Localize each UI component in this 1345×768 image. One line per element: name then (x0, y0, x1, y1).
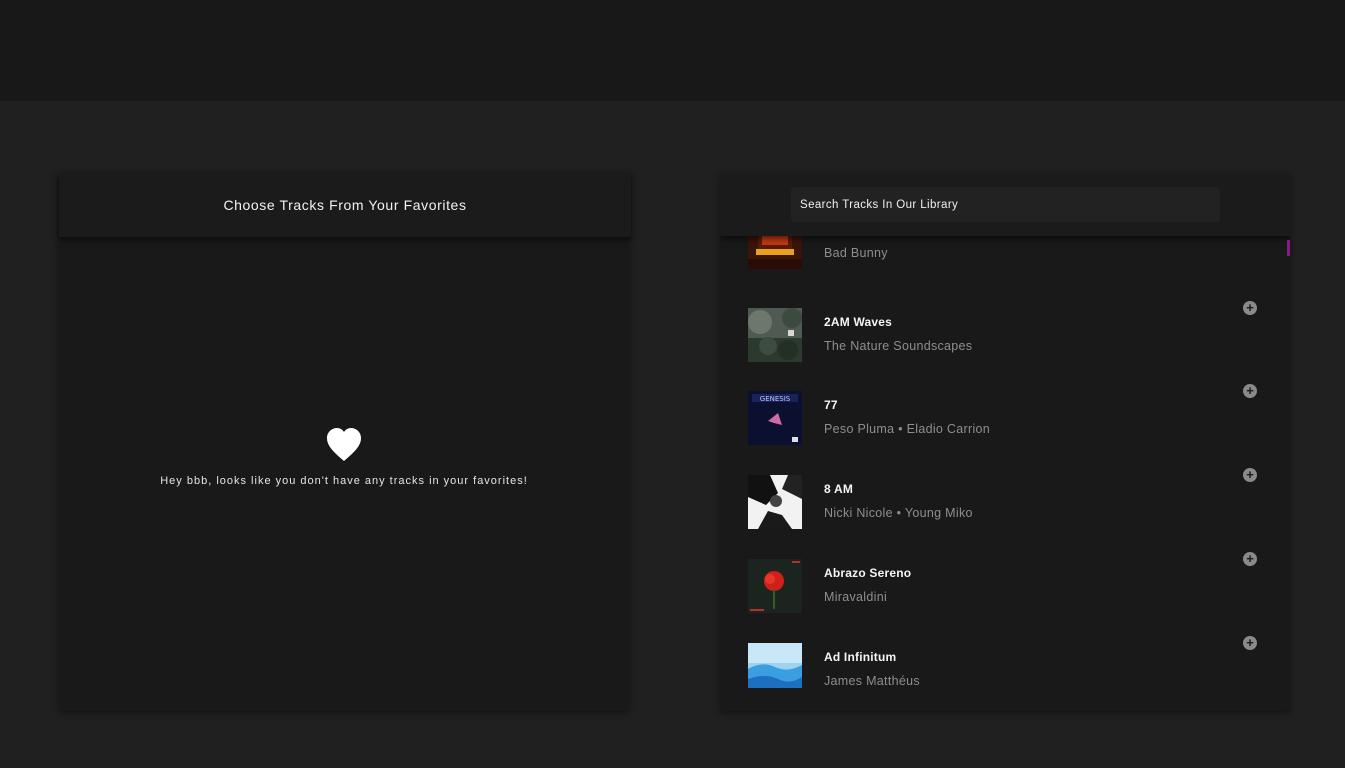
track-item[interactable]: 120 Bad Bunny (720, 236, 1290, 299)
svg-text:GENESIS: GENESIS (760, 395, 791, 403)
track-list[interactable]: 120 Bad Bunny 2AM Waves The Nature Sound… (720, 236, 1290, 688)
track-list-scrollbar[interactable] (1287, 240, 1290, 256)
album-cover (748, 475, 802, 529)
track-artist: The Nature Soundscapes (824, 339, 973, 353)
favorites-panel: Choose Tracks From Your Favorites Hey bb… (59, 173, 631, 711)
track-artist: Nicki Nicole • Young Miko (824, 506, 973, 520)
track-artist: Bad Bunny (824, 246, 888, 260)
album-cover (748, 559, 802, 613)
add-track-button[interactable]: + (1243, 636, 1257, 650)
favorites-empty-state: Hey bbb, looks like you don't have any t… (59, 428, 629, 487)
favorites-header: Choose Tracks From Your Favorites (59, 173, 631, 237)
favorites-empty-message: Hey bbb, looks like you don't have any t… (160, 475, 528, 487)
library-search-input[interactable] (791, 187, 1220, 222)
album-cover: GENESIS (748, 391, 802, 445)
track-item[interactable]: 8 AM Nicki Nicole • Young Miko + (720, 468, 1290, 559)
track-item[interactable]: 2AM Waves The Nature Soundscapes + (720, 301, 1290, 392)
track-item[interactable]: Abrazo Sereno Miravaldini + (720, 552, 1290, 643)
track-artist: James Matthéus (824, 674, 920, 688)
add-track-button[interactable]: + (1243, 552, 1257, 566)
track-title: Ad Infinitum (824, 650, 897, 664)
track-artist: Miravaldini (824, 590, 888, 604)
library-panel: 120 Bad Bunny 2AM Waves The Nature Sound… (720, 173, 1290, 711)
track-title: 77 (824, 398, 838, 412)
album-cover (748, 643, 802, 688)
add-track-button[interactable]: + (1243, 384, 1257, 398)
add-track-button[interactable]: + (1243, 301, 1257, 315)
add-track-button[interactable]: + (1243, 468, 1257, 482)
library-header (720, 173, 1290, 236)
track-title: Abrazo Sereno (824, 566, 912, 580)
track-item[interactable]: Ad Infinitum James Matthéus + (720, 636, 1290, 688)
track-artist: Peso Pluma • Eladio Carrion (824, 422, 991, 436)
heart-icon (327, 428, 361, 461)
album-cover (748, 236, 802, 269)
track-item[interactable]: GENESIS 77 Peso Pluma • Eladio Carrion + (720, 384, 1290, 475)
album-cover (748, 308, 802, 362)
track-title: 8 AM (824, 482, 854, 496)
top-bar (0, 0, 1345, 101)
track-title: 2AM Waves (824, 315, 893, 329)
favorites-title: Choose Tracks From Your Favorites (223, 197, 467, 213)
